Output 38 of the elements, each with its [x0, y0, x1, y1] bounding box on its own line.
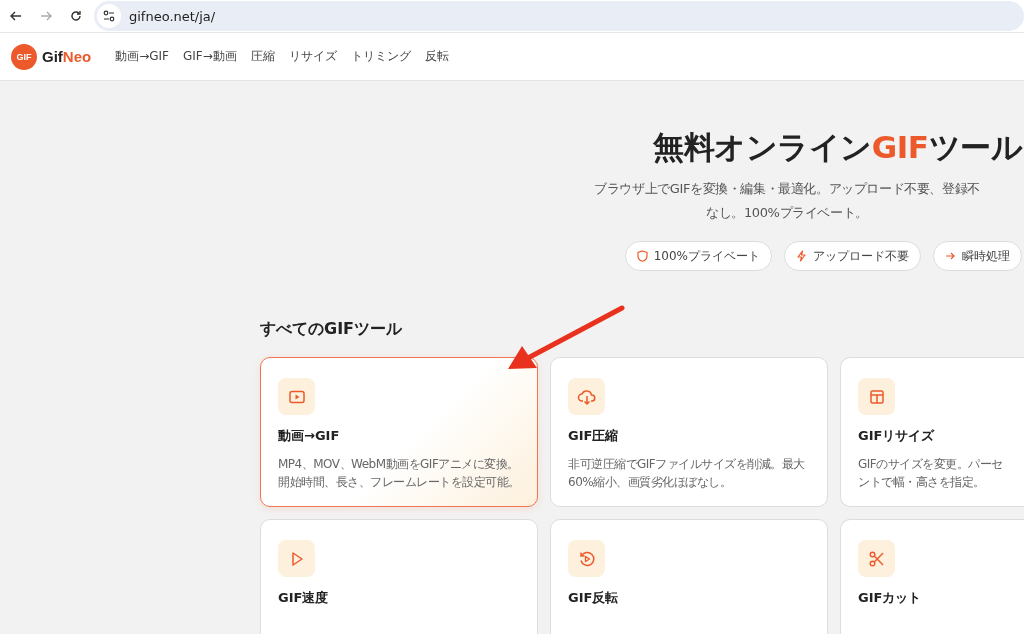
nav-link[interactable]: トリミング — [350, 48, 411, 65]
tool-card[interactable]: GIF圧縮 非可逆圧縮でGIFファイルサイズを削減。最大60%縮小、画質劣化ほぼなし。 — [550, 357, 828, 507]
brand-name[interactable]: GifNeo — [42, 48, 92, 65]
hero-subtitle: なし。100%プライベート。 — [706, 204, 868, 222]
site-settings-icon[interactable] — [97, 4, 121, 28]
card-title: GIFリサイズ — [858, 427, 936, 445]
tool-card[interactable]: 動画→GIF MP4、MOV、WebM動画をGIFアニメに変換。開始時間、長さ、フレームレートを設定可能。 — [260, 357, 538, 507]
tool-card[interactable]: GIF速度 — [260, 519, 538, 634]
nav-link[interactable]: 反転 — [424, 48, 449, 65]
nav-link[interactable]: GIF→動画 — [183, 48, 237, 65]
hero-subtitle: ブラウザ上でGIFを変換・編集・最適化。アップロード不要、登録不 — [594, 180, 980, 198]
nav-link[interactable]: リサイズ — [288, 48, 337, 65]
address-bar[interactable]: gifneo.net/ja/ — [94, 1, 1024, 31]
tool-card[interactable]: GIFカット — [840, 519, 1024, 634]
layout-icon — [867, 387, 886, 406]
card-description: 非可逆圧縮でGIFファイルサイズを削減。最大60%縮小、画質劣化ほぼなし。 — [568, 456, 806, 491]
feature-badge: 瞬時処理 — [933, 241, 1022, 271]
scissors-icon — [867, 549, 886, 568]
card-description: GIFのサイズを変更。パーセントで幅・高さを指定。 — [858, 456, 1004, 491]
feature-badge: アップロード不要 — [784, 241, 921, 271]
cloud-download-icon — [576, 387, 597, 406]
feature-badge: 100%プライベート — [624, 241, 772, 271]
replay-icon — [577, 549, 596, 568]
section-heading: すべてのGIFツール — [260, 319, 403, 340]
card-title: GIF圧縮 — [568, 427, 620, 445]
nav-link[interactable]: 動画→GIF — [115, 48, 169, 65]
lightning-icon — [796, 250, 807, 262]
tool-card[interactable]: GIF反転 — [550, 519, 828, 634]
arrow-right-icon — [945, 250, 956, 262]
nav-link[interactable]: 圧縮 — [250, 48, 275, 65]
hero-title: 無料オンラインGIFツール — [653, 128, 1022, 167]
tool-card[interactable]: GIFリサイズ GIFのサイズを変更。パーセントで幅・高さを指定。 — [840, 357, 1024, 507]
card-title: GIF反転 — [568, 589, 620, 607]
shield-icon — [636, 250, 648, 262]
card-title: GIFカット — [858, 589, 923, 607]
card-title: GIF速度 — [278, 589, 330, 607]
card-description: MP4、MOV、WebM動画をGIFアニメに変換。開始時間、長さ、フレームレートを設定可能。 — [278, 456, 520, 491]
card-title: 動画→GIF — [278, 427, 341, 445]
